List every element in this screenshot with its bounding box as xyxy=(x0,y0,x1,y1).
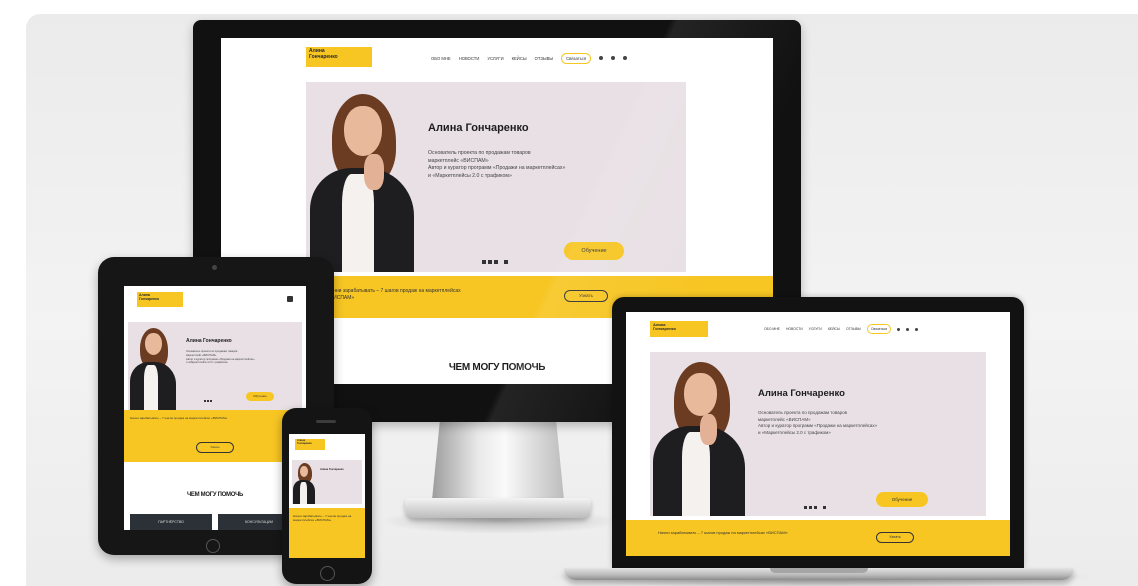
slider-dots[interactable] xyxy=(482,260,508,264)
phone-logo[interactable]: Алина Гончаренко xyxy=(295,439,325,450)
laptop-slider-dots[interactable] xyxy=(804,506,826,509)
phone-screen: Алина Гончаренко Алина Гончаренко Начни … xyxy=(289,434,365,558)
promo-button[interactable]: Узнать xyxy=(564,290,608,302)
laptop-youtube-icon[interactable] xyxy=(915,327,919,331)
laptop-promo-band: Начни зарабатывать – 7 шагов продаж на м… xyxy=(626,520,1010,556)
hero-description: Основатель проекта по продажам товаров м… xyxy=(428,150,566,179)
facebook-icon[interactable] xyxy=(599,56,604,60)
tablet-promo-text: Начни зарабатывать – 7 шагов продаж на м… xyxy=(130,416,228,420)
tablet-hero-name: Алина Гончаренко xyxy=(186,338,232,344)
laptop-screen: Алина Гончаренко ОБО МНЕ НОВОСТИ УСЛУГИ … xyxy=(626,312,1010,556)
phone-promo-band: Начни зарабатывать – 7 шагов продаж на м… xyxy=(289,508,365,558)
imac-stand-neck xyxy=(432,420,564,500)
tablet-services-heading: ЧЕМ МОГУ ПОМОЧЬ xyxy=(186,492,244,498)
phone-hero-photo xyxy=(292,460,316,504)
laptop-notch xyxy=(770,568,868,573)
tablet-hero-button[interactable]: Обучение xyxy=(246,392,274,401)
tablet-screen: Алина Гончаренко Алина Гончаренко Основа… xyxy=(124,286,306,530)
laptop-hero: Алина Гончаренко Основатель проекта по п… xyxy=(650,352,986,516)
phone-speaker xyxy=(316,420,336,423)
nav-item-news[interactable]: НОВОСТИ xyxy=(459,56,480,61)
tablet-camera xyxy=(212,265,217,270)
tablet-card-partnership[interactable]: ПАРТНЁРСТВО xyxy=(130,514,212,530)
phone-hero: Алина Гончаренко xyxy=(292,460,362,504)
phone-promo-text: Начни зарабатывать – 7 шагов продаж на м… xyxy=(293,514,352,523)
logo-line2: Гончаренко xyxy=(309,53,338,60)
tablet-hero-description: Основатель проекта по продажам товаров м… xyxy=(186,350,255,365)
laptop-hero-button[interactable]: Обучение xyxy=(876,492,928,507)
tablet-promo-button[interactable]: Узнать xyxy=(196,442,234,453)
laptop-hero-photo xyxy=(650,352,746,516)
nav-item-cases[interactable]: КЕЙСЫ xyxy=(512,56,527,61)
laptop-promo-text: Начни зарабатывать – 7 шагов продаж на м… xyxy=(658,530,788,535)
hero-section: Алина Гончаренко Основатель проекта по п… xyxy=(306,82,686,272)
site-logo[interactable]: Алина Гончаренко xyxy=(306,47,372,67)
phone-nav: Алина Гончаренко xyxy=(289,434,365,458)
laptop-logo[interactable]: Алина Гончаренко xyxy=(650,321,708,337)
nav-item-reviews[interactable]: ОТЗЫВЫ xyxy=(535,56,554,61)
promo-text: Начни зарабатывать – 7 шагов продаж на м… xyxy=(327,288,461,301)
laptop-hero-name: Алина Гончаренко xyxy=(758,388,845,399)
hero-photo xyxy=(306,82,416,272)
nav-menu: ОБО МНЕ НОВОСТИ УСЛУГИ КЕЙСЫ ОТЗЫВЫ Связ… xyxy=(431,52,628,64)
laptop-promo-button[interactable]: Узнать xyxy=(876,532,914,543)
nav-item-services[interactable]: УСЛУГИ xyxy=(487,56,503,61)
phone-hero-name: Алина Гончаренко xyxy=(320,468,344,471)
hamburger-menu-icon[interactable] xyxy=(287,296,293,302)
laptop-hero-description: Основатель проекта по продажам товаров м… xyxy=(758,410,878,435)
device-mockup-scene: Алина Гончаренко ОБО МНЕ НОВОСТИ УСЛУГИ … xyxy=(0,0,1138,586)
tablet-hero: Алина Гончаренко Основатель проекта по п… xyxy=(128,322,302,410)
laptop-facebook-icon[interactable] xyxy=(897,327,901,331)
nav-item-about[interactable]: ОБО МНЕ xyxy=(431,56,451,61)
tablet-hero-photo xyxy=(128,322,178,410)
youtube-icon[interactable] xyxy=(623,56,628,60)
tablet-home-button xyxy=(206,539,220,553)
instagram-icon[interactable] xyxy=(611,56,616,60)
tablet-promo-band: Начни зарабатывать – 7 шагов продаж на м… xyxy=(124,410,306,462)
tablet-nav: Алина Гончаренко xyxy=(124,286,306,318)
imac-nav: Алина Гончаренко ОБО МНЕ НОВОСТИ УСЛУГИ … xyxy=(221,38,773,82)
hero-button[interactable]: Обучение xyxy=(564,242,624,260)
imac-stand-foot xyxy=(405,498,591,518)
phone-home-button xyxy=(320,566,335,581)
laptop-instagram-icon[interactable] xyxy=(906,327,910,331)
tablet-slider-dots[interactable] xyxy=(204,400,212,402)
tablet-logo[interactable]: Алина Гончаренко xyxy=(137,292,183,307)
nav-cta-button[interactable]: Связаться xyxy=(561,52,592,64)
laptop-nav-menu: ОБО МНЕ НОВОСТИ УСЛУГИ КЕЙСЫ ОТЗЫВЫ Связ… xyxy=(764,324,919,334)
laptop-nav: Алина Гончаренко ОБО МНЕ НОВОСТИ УСЛУГИ … xyxy=(626,312,1010,348)
hero-name: Алина Гончаренко xyxy=(428,122,529,134)
